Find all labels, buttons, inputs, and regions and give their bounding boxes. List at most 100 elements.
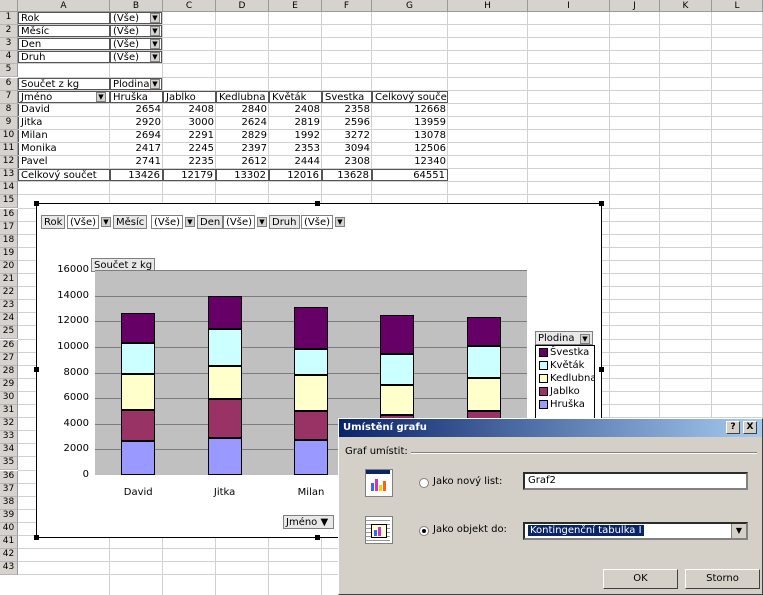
row-header[interactable]: 29 [0, 378, 18, 392]
cell[interactable]: David [18, 103, 110, 116]
cell[interactable]: Celkový součet [18, 169, 110, 182]
cell[interactable]: Hruška [110, 90, 163, 103]
row-header[interactable]: 7 [0, 90, 18, 104]
cell[interactable]: Monika [18, 143, 110, 155]
row-header[interactable]: 6 [0, 77, 18, 91]
cell[interactable]: Jablko [163, 90, 216, 103]
row-header[interactable]: 30 [0, 391, 18, 405]
cell[interactable]: Součet z kg [18, 77, 110, 90]
row-header[interactable]: 11 [0, 143, 18, 157]
cell[interactable]: 12179 [163, 169, 216, 182]
row-header[interactable]: 20 [0, 260, 18, 274]
row-header[interactable]: 32 [0, 418, 18, 432]
cell[interactable]: 13302 [216, 169, 269, 182]
row-header[interactable]: 2 [0, 25, 18, 39]
page-field-value[interactable]: (Vše) [223, 215, 256, 229]
select-all-corner[interactable] [0, 0, 18, 12]
cell[interactable]: 2358 [322, 104, 372, 116]
cell[interactable]: 2596 [322, 117, 372, 129]
page-field-button[interactable]: Druh [269, 215, 300, 229]
column-header[interactable]: C [163, 0, 216, 12]
column-header[interactable]: D [216, 0, 269, 12]
cell[interactable]: 12016 [269, 169, 322, 182]
row-header[interactable]: 36 [0, 470, 18, 484]
row-header[interactable]: 15 [0, 195, 18, 209]
row-header[interactable]: 5 [0, 64, 18, 78]
row-header[interactable]: 16 [0, 208, 18, 222]
cell[interactable]: 2291 [163, 130, 216, 142]
row-header[interactable]: 19 [0, 247, 18, 261]
column-header[interactable]: A [18, 0, 110, 12]
resize-handle[interactable] [599, 367, 604, 372]
chevron-down-icon[interactable]: ▼ [321, 516, 331, 530]
cell[interactable]: 2829 [216, 130, 269, 142]
cell[interactable]: 12506 [372, 143, 448, 155]
cell[interactable]: 12668 [372, 104, 448, 116]
category-field-button[interactable]: Jméno ▼ [283, 515, 334, 529]
column-header[interactable]: H [448, 0, 528, 12]
cell[interactable]: 2612 [216, 156, 269, 168]
object-radio[interactable] [419, 526, 429, 536]
row-header[interactable]: 43 [0, 562, 18, 576]
cell[interactable]: Kedlubna [216, 90, 269, 103]
row-header[interactable]: 17 [0, 221, 18, 235]
page-field-button[interactable]: Rok [41, 215, 66, 229]
cell[interactable]: 2408 [269, 104, 322, 116]
cell[interactable]: Měsíc [18, 25, 110, 38]
cell[interactable]: 2694 [110, 130, 163, 142]
column-header[interactable]: J [610, 0, 660, 12]
cell[interactable]: 3272 [322, 130, 372, 142]
cell[interactable]: 64551 [372, 169, 448, 182]
cell[interactable]: 13628 [322, 169, 372, 182]
cell[interactable]: 2408 [163, 104, 216, 116]
close-button[interactable]: X [743, 421, 757, 434]
row-header[interactable]: 4 [0, 51, 18, 65]
chevron-down-icon[interactable]: ▼ [101, 217, 111, 227]
cell[interactable]: 2235 [163, 156, 216, 168]
column-header[interactable]: L [712, 0, 763, 12]
help-button[interactable]: ? [726, 421, 740, 434]
resize-handle[interactable] [599, 201, 604, 206]
cell[interactable]: 2397 [216, 143, 269, 155]
cell[interactable]: Milan [18, 129, 110, 142]
cell[interactable]: 13078 [372, 130, 448, 142]
legend-field-button[interactable]: Plodina ▼ [535, 331, 593, 345]
row-header[interactable]: 42 [0, 549, 18, 563]
page-field-value[interactable]: (Vše) [151, 215, 184, 229]
page-field-button[interactable]: Měsíc [113, 215, 148, 229]
column-header[interactable]: K [660, 0, 712, 12]
page-field-value[interactable]: (Vše) [67, 215, 100, 229]
column-header[interactable]: F [322, 0, 372, 12]
column-header[interactable]: I [528, 0, 610, 12]
chevron-down-icon[interactable]: ▼ [150, 39, 160, 50]
new-sheet-name-input[interactable]: Graf2 [523, 472, 748, 490]
row-header[interactable]: 12 [0, 156, 18, 170]
new-sheet-radio[interactable] [419, 478, 429, 488]
row-header[interactable]: 26 [0, 339, 18, 353]
cell[interactable]: 2308 [322, 156, 372, 168]
row-header[interactable]: 1 [0, 12, 18, 26]
resize-handle[interactable] [34, 535, 39, 540]
page-field-value[interactable]: (Vše) [301, 215, 334, 229]
row-header[interactable]: 27 [0, 352, 18, 366]
cell[interactable]: 2840 [216, 104, 269, 116]
cell[interactable]: Druh [18, 51, 110, 64]
column-header[interactable]: E [269, 0, 322, 12]
cell[interactable]: 1992 [269, 130, 322, 142]
chevron-down-icon[interactable]: ▼ [150, 78, 160, 89]
row-header[interactable]: 23 [0, 300, 18, 314]
row-header[interactable]: 18 [0, 234, 18, 248]
row-header[interactable]: 35 [0, 457, 18, 471]
cell[interactable]: 2417 [110, 143, 163, 155]
chevron-down-icon[interactable]: ▼ [335, 217, 345, 227]
row-header[interactable]: 21 [0, 274, 18, 288]
cell[interactable]: Pavel [18, 156, 110, 169]
cell[interactable]: Švestka [322, 90, 372, 103]
row-header[interactable]: 8 [0, 103, 18, 117]
cell[interactable]: 2353 [269, 143, 322, 155]
chevron-down-icon[interactable]: ▼ [150, 52, 160, 63]
cell[interactable]: Květák [269, 90, 322, 103]
resize-handle[interactable] [34, 201, 39, 206]
chevron-down-icon[interactable]: ▼ [96, 91, 106, 102]
cell[interactable]: 13959 [372, 117, 448, 129]
